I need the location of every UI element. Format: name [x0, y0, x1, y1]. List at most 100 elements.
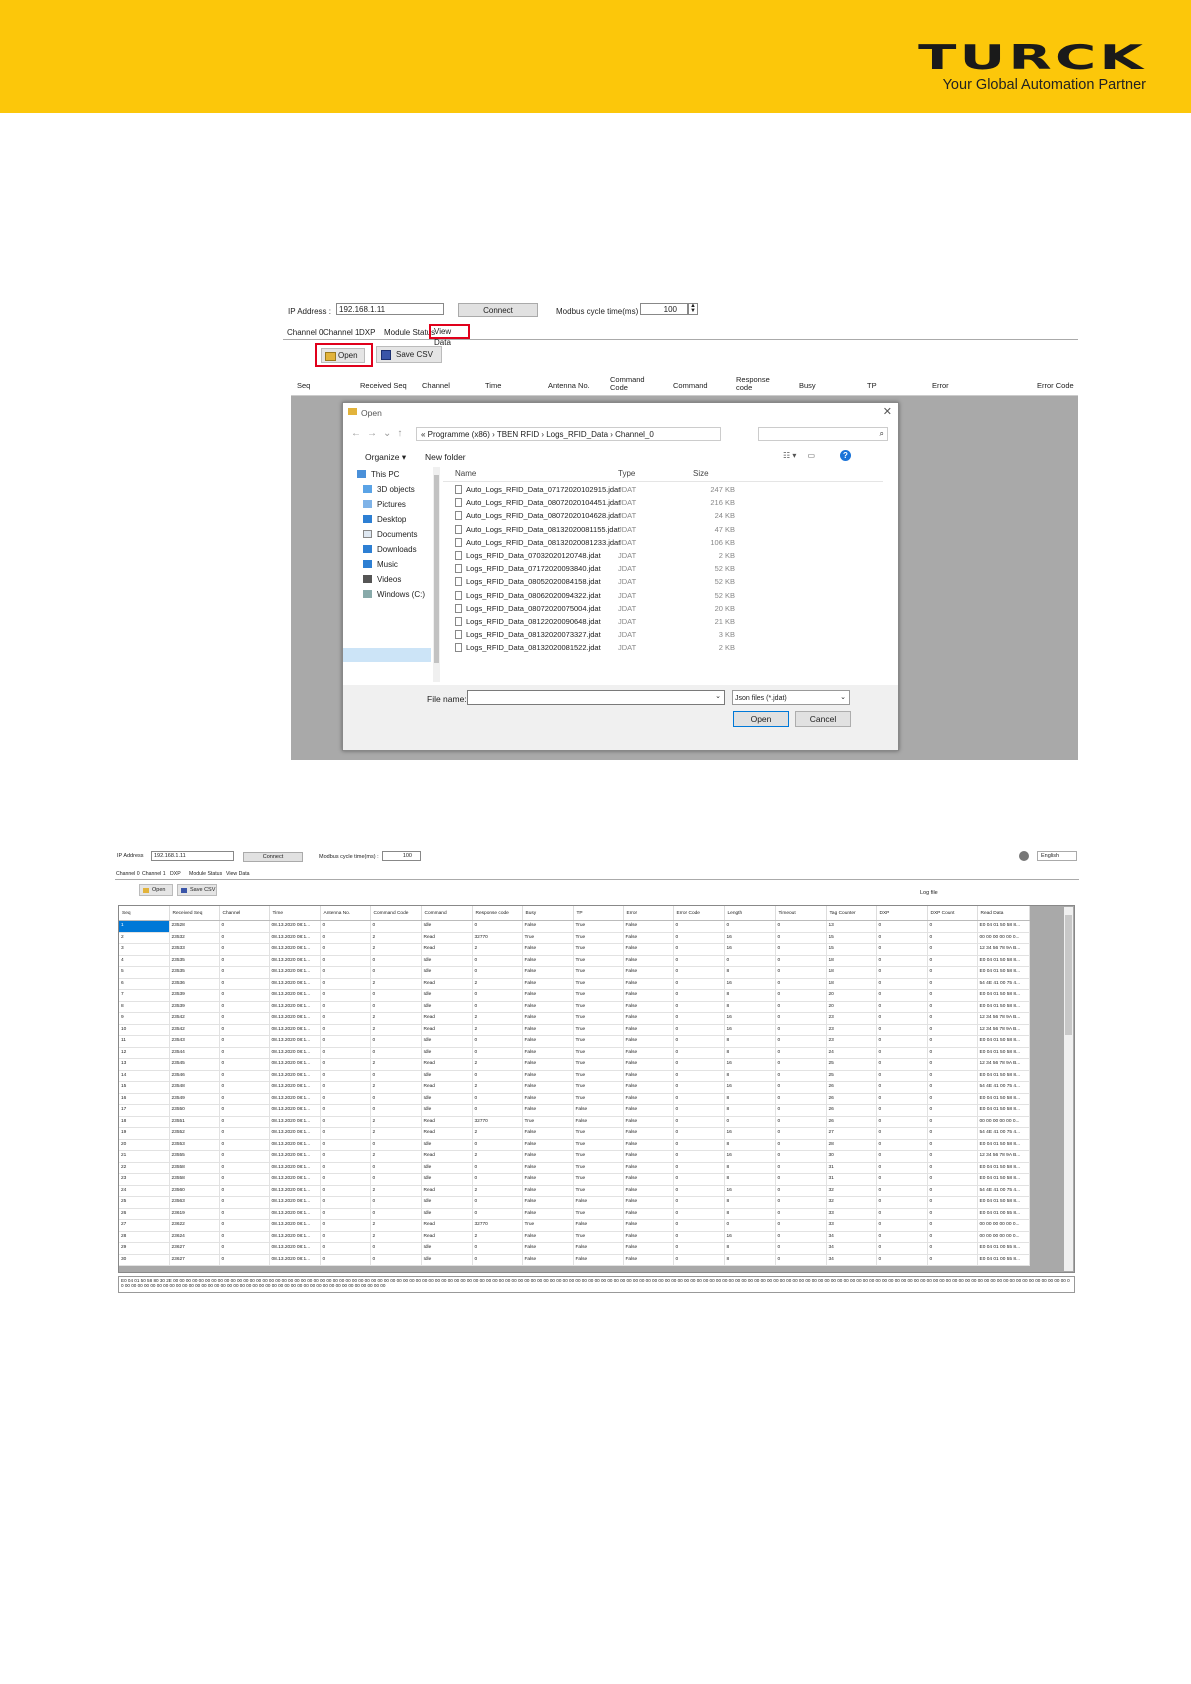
column-header[interactable]: Length	[724, 906, 776, 921]
table-cell[interactable]: 0	[775, 966, 827, 979]
table-cell[interactable]: False	[522, 989, 574, 1002]
table-cell[interactable]: 0	[876, 1219, 928, 1232]
tab-module-status[interactable]: Module Status	[384, 328, 435, 337]
table-cell[interactable]: 0	[876, 1001, 928, 1013]
log-text-box[interactable]: E0 04 01 50 58 80 30 2E 00 00 00 00 00 0…	[118, 1276, 1075, 1293]
table-cell[interactable]: 0	[876, 1012, 928, 1025]
table-cell[interactable]: 0	[775, 1185, 827, 1197]
table-cell[interactable]: True	[573, 943, 624, 956]
table-cell[interactable]: 2	[370, 1219, 422, 1232]
table-cell[interactable]: 0	[876, 966, 928, 979]
table-cell[interactable]: 0	[673, 1150, 725, 1163]
table-cell[interactable]: 0	[320, 1231, 371, 1243]
table-cell[interactable]: 23	[119, 1173, 170, 1186]
table-cell[interactable]: 16	[724, 1081, 776, 1094]
dialog-cancel-button[interactable]: Cancel	[795, 711, 851, 727]
table-cell[interactable]: 0	[370, 1208, 422, 1220]
table-cell[interactable]: 0	[370, 1196, 422, 1209]
table-cell[interactable]: 0	[724, 1116, 776, 1128]
table-cell[interactable]: False	[623, 1047, 674, 1059]
table-row[interactable]: 4 23535 0 08.13.2020 08:1... 0 0 Idle 0 False Tru…	[119, 955, 1030, 967]
table-cell[interactable]: False	[623, 1116, 674, 1128]
table-cell[interactable]: True	[573, 1185, 624, 1197]
open-button[interactable]: Open	[321, 348, 365, 363]
column-header[interactable]: Channel	[219, 906, 270, 921]
table-row[interactable]: 23 23558 0 08.13.2020 08:1... 0 0 Idle 0 False Tr…	[119, 1173, 1030, 1186]
file-row[interactable]: Auto_Logs_RFID_Data_08072020104451.jdat J…	[443, 496, 883, 509]
table-cell[interactable]: 23543	[169, 1035, 220, 1048]
table-cell[interactable]: E0 04 01 50 58 8...	[977, 1001, 1030, 1013]
table-cell[interactable]: False	[522, 1242, 574, 1255]
table-cell[interactable]: False	[522, 920, 574, 933]
tree-music[interactable]: Music	[363, 559, 398, 571]
table-cell[interactable]: 20	[119, 1139, 170, 1151]
table-cell[interactable]: False	[522, 1254, 574, 1266]
organize-menu[interactable]: Organize ▾	[365, 452, 406, 463]
table-cell[interactable]: 0	[775, 989, 827, 1002]
table-cell[interactable]: 0	[775, 1001, 827, 1013]
table-cell[interactable]: 0	[673, 1173, 725, 1186]
table-cell[interactable]: False	[623, 1185, 674, 1197]
table-cell[interactable]: False	[623, 1127, 674, 1140]
grid-scrollbar[interactable]	[1064, 907, 1073, 1271]
table-cell[interactable]: 26	[119, 1208, 170, 1220]
table-cell[interactable]: False	[623, 1024, 674, 1036]
table-cell[interactable]: 0	[320, 1047, 371, 1059]
table-cell[interactable]: 08.13.2020 08:1...	[269, 1047, 321, 1059]
table-row[interactable]: 15 23548 0 08.13.2020 08:1... 0 2 Read 2 False Tr…	[119, 1081, 1030, 1094]
table-cell[interactable]: 0	[219, 1058, 270, 1071]
table-cell[interactable]: 0	[775, 1127, 827, 1140]
table-cell[interactable]: Read	[421, 1058, 473, 1071]
table-cell[interactable]: 32	[826, 1185, 877, 1197]
ip-address-input[interactable]: 192.168.1.11	[151, 851, 234, 861]
table-cell[interactable]: Read	[421, 1219, 473, 1232]
table-cell[interactable]: 0	[927, 1093, 978, 1105]
table-cell[interactable]: 13	[119, 1058, 170, 1071]
table-cell[interactable]: 0	[370, 955, 422, 967]
table-cell[interactable]: False	[522, 1024, 574, 1036]
table-cell[interactable]: 0	[927, 1035, 978, 1048]
table-cell[interactable]: 08.13.2020 08:1...	[269, 1070, 321, 1082]
column-header[interactable]: Read Data	[977, 906, 1030, 921]
table-cell[interactable]: 08.13.2020 08:1...	[269, 1127, 321, 1140]
table-cell[interactable]: False	[623, 920, 674, 933]
table-row[interactable]: 16 23549 0 08.13.2020 08:1... 0 0 Idle 0 False Tr…	[119, 1093, 1030, 1105]
table-cell[interactable]: 0	[219, 1024, 270, 1036]
table-cell[interactable]: 0	[472, 1173, 523, 1186]
table-cell[interactable]: False	[623, 1231, 674, 1243]
column-header[interactable]: Error	[623, 906, 674, 921]
table-cell[interactable]: 32	[826, 1196, 877, 1209]
tab-dxp[interactable]: DXP	[170, 871, 181, 877]
table-cell[interactable]: 0	[775, 1254, 827, 1266]
table-cell[interactable]: 0	[927, 1116, 978, 1128]
table-cell[interactable]: Idle	[421, 1242, 473, 1255]
table-cell[interactable]: 0	[724, 1219, 776, 1232]
table-cell[interactable]: True	[573, 955, 624, 967]
table-cell[interactable]: 24	[119, 1185, 170, 1197]
table-cell[interactable]: Read	[421, 1185, 473, 1197]
table-cell[interactable]: 27	[119, 1219, 170, 1232]
table-cell[interactable]: False	[623, 1173, 674, 1186]
table-cell[interactable]: 00 00 00 00 00 0...	[977, 1219, 1030, 1232]
table-cell[interactable]: 23548	[169, 1081, 220, 1094]
table-cell[interactable]: Idle	[421, 920, 473, 933]
table-cell[interactable]: 08.13.2020 08:1...	[269, 978, 321, 990]
table-cell[interactable]: 0	[876, 989, 928, 1002]
table-cell[interactable]: 0	[927, 989, 978, 1002]
table-cell[interactable]: 0	[927, 1231, 978, 1243]
table-cell[interactable]: 0	[219, 1185, 270, 1197]
table-cell[interactable]: 28	[826, 1139, 877, 1151]
table-cell[interactable]: 0	[370, 1093, 422, 1105]
table-cell[interactable]: 0	[775, 1012, 827, 1025]
table-cell[interactable]: 16	[724, 1150, 776, 1163]
table-cell[interactable]: 0	[876, 1058, 928, 1071]
file-row[interactable]: Auto_Logs_RFID_Data_07172020102915.jdat J…	[443, 483, 883, 496]
table-cell[interactable]: False	[623, 1070, 674, 1082]
table-cell[interactable]: Idle	[421, 1070, 473, 1082]
table-cell[interactable]: 8	[724, 1070, 776, 1082]
table-cell[interactable]: 0	[775, 1208, 827, 1220]
table-cell[interactable]: 8	[724, 1001, 776, 1013]
table-cell[interactable]: 0	[673, 1070, 725, 1082]
column-header[interactable]: DXP Count	[927, 906, 978, 921]
table-cell[interactable]: 2	[472, 1127, 523, 1140]
